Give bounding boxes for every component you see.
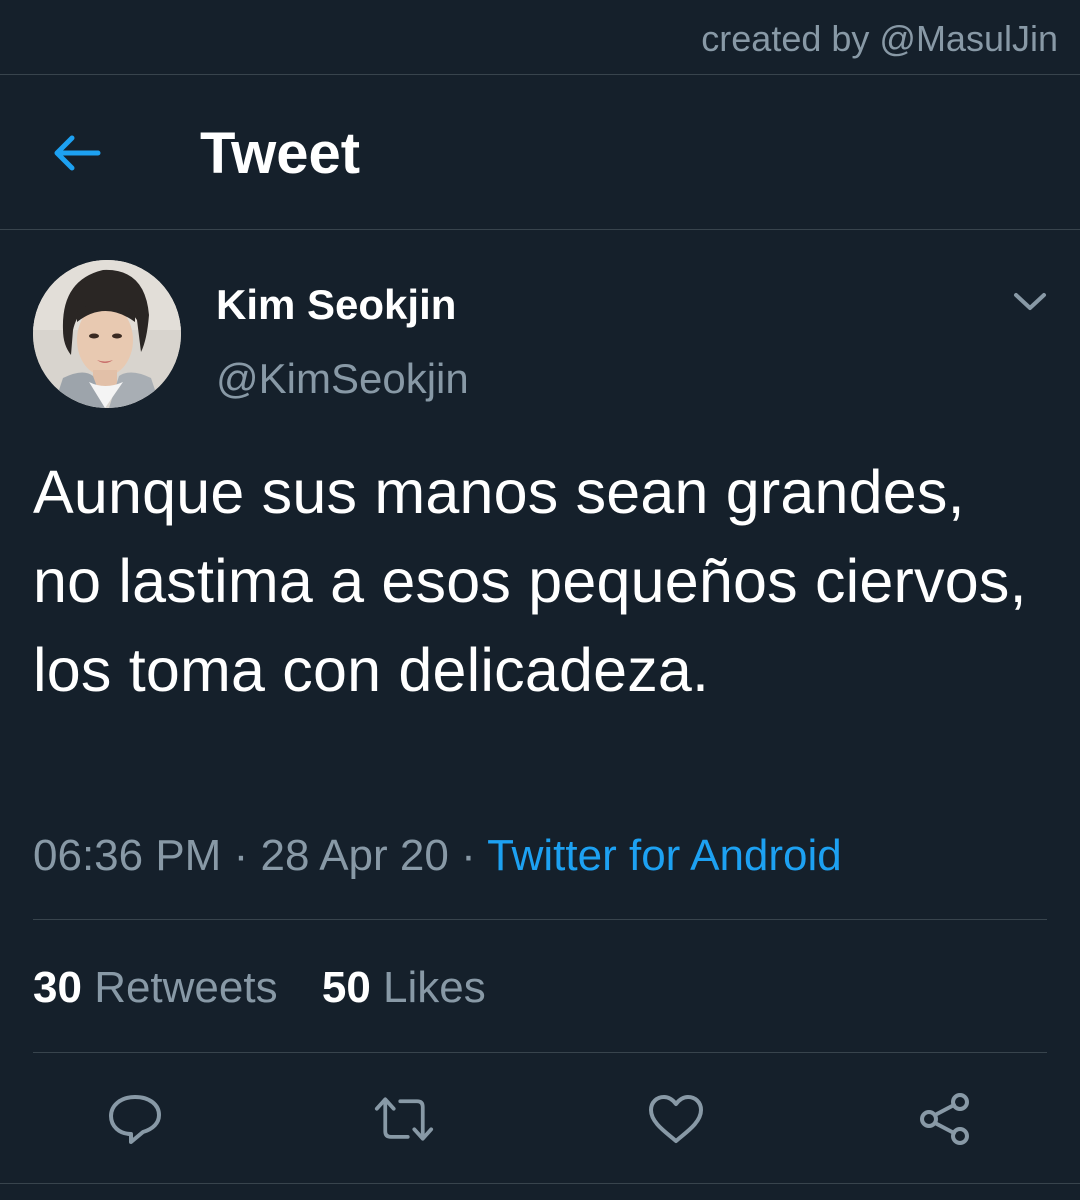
tweet-meta: 06:36 PM · 28 Apr 20 · Twitter for Andro… <box>33 828 842 884</box>
retweet-button[interactable] <box>374 1089 434 1149</box>
share-button[interactable] <box>915 1089 975 1149</box>
back-button[interactable] <box>44 123 110 183</box>
tweet-author: Kim Seokjin @KimSeokjin <box>0 230 1080 430</box>
page-title: Tweet <box>200 121 361 186</box>
author-handle[interactable]: @KimSeokjin <box>216 354 469 404</box>
tweet-actions <box>0 1075 1080 1165</box>
author-display-name[interactable]: Kim Seokjin <box>216 280 456 330</box>
divider <box>33 1052 1047 1053</box>
avatar[interactable] <box>33 260 181 408</box>
share-icon <box>920 1093 969 1145</box>
more-options-button[interactable] <box>1010 282 1050 322</box>
likes-label: Likes <box>383 963 486 1012</box>
heart-icon <box>649 1095 703 1143</box>
retweets-label: Retweets <box>94 963 278 1012</box>
chevron-down-icon <box>1014 293 1046 310</box>
tweet-date: 28 Apr 20 <box>260 831 449 880</box>
divider <box>33 919 1047 920</box>
avatar-image <box>33 260 181 408</box>
likes-count: 50 <box>321 963 371 1012</box>
divider <box>0 1183 1080 1184</box>
reply-icon <box>109 1095 161 1144</box>
likes-stat[interactable]: 50 Likes <box>322 962 486 1014</box>
arrow-left-icon <box>54 135 101 171</box>
meta-separator: · <box>461 831 476 880</box>
meta-separator: · <box>233 831 249 880</box>
tweet-time: 06:36 PM <box>33 831 222 880</box>
retweet-icon <box>374 1097 434 1141</box>
like-button[interactable] <box>646 1089 706 1149</box>
tweet-text: Aunque sus manos sean grandes, no lastim… <box>33 458 1027 704</box>
header: Tweet <box>0 75 1080 230</box>
reply-button[interactable] <box>105 1089 165 1149</box>
tweet-source-link[interactable]: Twitter for Android <box>487 831 842 880</box>
tweet-stats: 30 Retweets 50 Likes <box>33 962 518 1014</box>
retweets-count: 30 <box>33 963 82 1012</box>
retweets-stat[interactable]: 30 Retweets <box>33 962 278 1014</box>
watermark-text: created by @MasulJin <box>701 18 1058 59</box>
watermark-bar: created by @MasulJin <box>0 0 1080 75</box>
